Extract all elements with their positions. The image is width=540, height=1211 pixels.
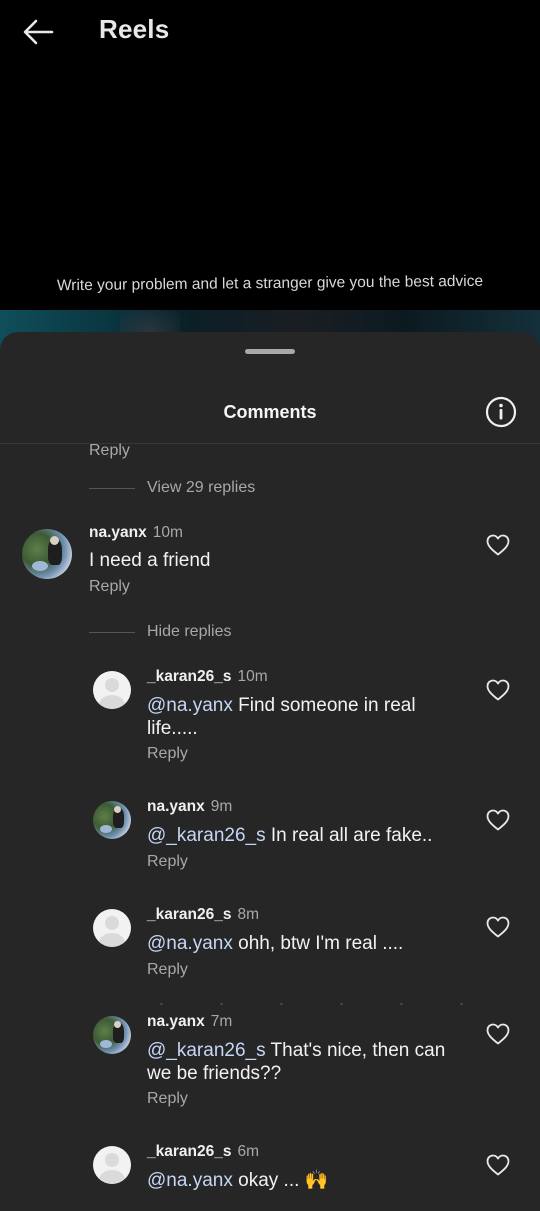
raising-hands-emoji: 🙌 — [304, 1170, 329, 1191]
reply-text-line: we be friends?? — [147, 1063, 282, 1084]
reply-text: @_karan26_s That's nice, then can we be … — [147, 1039, 467, 1085]
reply-username[interactable]: na.yanx — [147, 798, 205, 815]
avatar[interactable] — [93, 801, 131, 839]
reply-text-line: okay ... — [232, 1170, 305, 1191]
sheet-divider — [0, 443, 540, 444]
top-bar: Reels — [0, 0, 540, 64]
reply-text: @na.yanx Find someone in real life..... — [147, 694, 467, 740]
reply-header: _karan26_s 6m — [147, 1143, 259, 1161]
mention-link[interactable]: @_karan26_s — [147, 825, 266, 846]
mention-link[interactable]: @_karan26_s — [147, 1040, 266, 1061]
reply-header: na.yanx 7m — [147, 1013, 232, 1031]
info-button[interactable] — [485, 396, 517, 428]
reply-username[interactable]: _karan26_s — [147, 668, 231, 685]
avatar[interactable] — [93, 909, 131, 947]
heart-icon[interactable] — [486, 534, 510, 556]
reply-time: 8m — [237, 906, 260, 923]
video-caption: Write your problem and let a stranger gi… — [56, 272, 484, 295]
comment-header: na.yanx 10m — [89, 524, 183, 542]
reply-text-line: In real all are fake.. — [265, 825, 433, 846]
hide-replies-button[interactable]: Hide replies — [147, 623, 231, 641]
reply-text-line: ohh, btw I'm real .... — [232, 933, 404, 954]
reply-time: 6m — [237, 1143, 260, 1160]
sheet-title: Comments — [223, 402, 317, 422]
heart-icon[interactable] — [486, 679, 510, 701]
drag-handle[interactable] — [245, 349, 295, 354]
avatar[interactable] — [22, 529, 72, 579]
reply-text: @na.yanx ohh, btw I'm real .... — [147, 932, 403, 955]
avatar[interactable] — [93, 671, 131, 709]
reply-time: 10m — [237, 668, 268, 685]
reply-button[interactable]: Reply — [147, 853, 188, 871]
reply-time: 7m — [210, 1013, 233, 1030]
reply-header: _karan26_s 8m — [147, 906, 259, 924]
avatar[interactable] — [93, 1016, 131, 1054]
reply-text-line: Find someone in real — [232, 695, 416, 716]
reply-button[interactable]: Reply — [89, 578, 130, 596]
scroll-artifact — [160, 1003, 510, 1005]
avatar[interactable] — [93, 1146, 131, 1184]
info-icon — [485, 396, 517, 428]
heart-icon[interactable] — [486, 916, 510, 938]
reels-comments-screen: Reels Write your problem and let a stran… — [0, 0, 540, 1211]
reply-time: 9m — [210, 798, 233, 815]
reply-username[interactable]: _karan26_s — [147, 1143, 231, 1160]
comment-time: 10m — [152, 524, 183, 541]
mention-link[interactable]: @na.yanx — [147, 1170, 233, 1191]
view-replies-button[interactable]: View 29 replies — [147, 479, 255, 497]
reply-text: @_karan26_s In real all are fake.. — [147, 824, 432, 847]
reply-button[interactable]: Reply — [147, 961, 188, 979]
reply-header: _karan26_s 10m — [147, 668, 268, 686]
reply-button[interactable]: Reply — [89, 442, 130, 460]
reply-text-line: That's nice, then can — [265, 1040, 446, 1061]
reply-button[interactable]: Reply — [147, 745, 188, 763]
mention-link[interactable]: @na.yanx — [147, 933, 233, 954]
reply-header: na.yanx 9m — [147, 798, 232, 816]
page-title: Reels — [99, 14, 170, 44]
back-button[interactable] — [20, 16, 56, 48]
reply-username[interactable]: na.yanx — [147, 1013, 205, 1030]
arrow-left-icon — [23, 19, 54, 45]
reply-text-line: life..... — [147, 718, 198, 739]
replies-divider — [89, 488, 135, 489]
heart-icon[interactable] — [486, 1023, 510, 1045]
reply-button[interactable]: Reply — [147, 1090, 188, 1108]
heart-icon[interactable] — [486, 1154, 510, 1176]
comment-username[interactable]: na.yanx — [89, 524, 147, 541]
replies-divider — [89, 632, 135, 633]
reply-username[interactable]: _karan26_s — [147, 906, 231, 923]
heart-icon[interactable] — [486, 809, 510, 831]
reply-text: @na.yanx okay ... 🙌 — [147, 1169, 328, 1192]
comment-text: I need a friend — [89, 550, 211, 571]
mention-link[interactable]: @na.yanx — [147, 695, 233, 716]
